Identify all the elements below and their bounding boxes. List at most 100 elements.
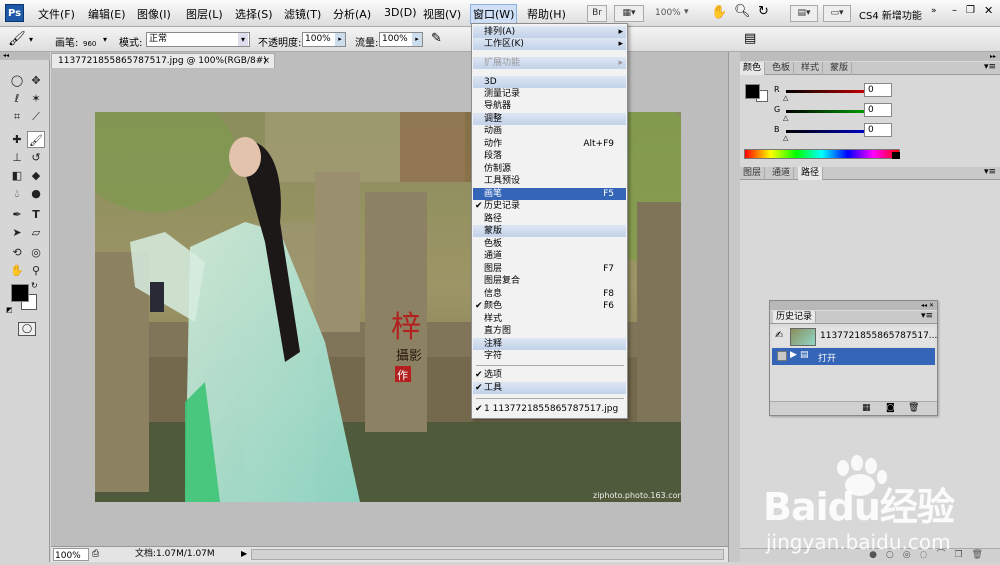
menu-item-options[interactable]: ✔ 选项	[473, 369, 626, 381]
menu-item-paragraph[interactable]: 段落	[473, 150, 626, 162]
chevron-down-icon[interactable]: ▾	[684, 7, 689, 17]
menu-window[interactable]: 窗口(W)	[470, 4, 518, 24]
menu-item-history[interactable]: ✔ 历史记录	[473, 200, 626, 212]
tab-channels[interactable]: 通道	[769, 167, 795, 180]
tab-layers[interactable]: 图层	[740, 167, 766, 180]
hand-tool-icon[interactable]: ✋	[8, 262, 26, 279]
chevron-down-icon[interactable]: ▾	[238, 33, 248, 46]
airbrush-icon[interactable]: ✎	[431, 31, 442, 46]
tab-masks[interactable]: 蒙版	[827, 62, 853, 75]
history-brush-tool-icon[interactable]: ↺	[27, 149, 45, 166]
panel-menu-icon[interactable]: ▾≡	[984, 62, 996, 72]
menu-edit[interactable]: 编辑(E)	[88, 6, 126, 22]
menu-item-color[interactable]: ✔ 颜色 F6	[473, 300, 626, 312]
slider-thumb-icon[interactable]: △	[783, 94, 788, 102]
menu-item-swatches[interactable]: 色板	[473, 238, 626, 250]
collapsed-panel-strip[interactable]	[728, 52, 740, 562]
3d-rotate-tool-icon[interactable]: ⟲	[8, 244, 26, 261]
panel-menu-icon[interactable]: ▾≡	[984, 167, 996, 177]
panel-menu-icon[interactable]: ▾≡	[921, 311, 933, 321]
document-tab[interactable]: 1137721855865787517.jpg @ 100%(RGB/8#) ×	[51, 53, 275, 68]
tab-swatches[interactable]: 色板	[769, 62, 795, 75]
status-zoom[interactable]: 100%	[53, 548, 89, 561]
screen-mode-button[interactable]: ▭▾	[823, 5, 851, 22]
hand-icon[interactable]: ✋	[711, 5, 727, 20]
foreground-color-swatch[interactable]	[11, 284, 29, 302]
menu-view[interactable]: 视图(V)	[423, 6, 461, 22]
chevron-right-icon[interactable]: ▸	[335, 33, 345, 46]
eyedropper-tool-icon[interactable]: ⟋	[27, 108, 45, 125]
menu-item-histogram[interactable]: 直方图	[473, 325, 626, 337]
menu-item-layers[interactable]: 图层 F7	[473, 263, 626, 275]
status-menu-icon[interactable]: ▶	[241, 547, 247, 561]
default-colors-icon[interactable]: ◩	[6, 306, 13, 314]
channel-r-input[interactable]: 0	[864, 83, 892, 97]
color-foreground-swatch[interactable]	[745, 84, 760, 99]
zoom-icon[interactable]: 🔍︎	[734, 4, 751, 19]
channel-g-input[interactable]: 0	[864, 103, 892, 117]
tab-styles[interactable]: 样式	[798, 62, 824, 75]
menu-item-adjustments[interactable]: 调整	[473, 113, 626, 125]
mode-select[interactable]: 正常 ▾	[146, 32, 250, 47]
menu-item-actions[interactable]: 动作 Alt+F9	[473, 138, 626, 150]
color-spectrum-ramp[interactable]	[744, 149, 900, 159]
history-source-checkbox[interactable]	[777, 351, 787, 361]
menu-item-tool-presets[interactable]: 工具预设	[473, 175, 626, 187]
brush-picker-chevron-icon[interactable]: ▾	[103, 35, 107, 44]
menu-item-styles[interactable]: 样式	[473, 313, 626, 325]
camera-snapshot-icon[interactable]: ◙	[886, 403, 895, 413]
lasso-tool-icon[interactable]: ℓ	[8, 90, 26, 107]
menu-item-character[interactable]: 字符	[473, 350, 626, 362]
menu-3d[interactable]: 3D(D)	[384, 6, 417, 19]
menu-item-arrange[interactable]: 排列(A) ▸	[473, 26, 626, 38]
flow-input[interactable]: 100% ▸	[379, 32, 423, 47]
menu-item-notes[interactable]: 注释	[473, 338, 626, 350]
zoom-level-dropdown[interactable]: 100%	[655, 8, 681, 18]
blur-tool-icon[interactable]: 💧︎	[8, 185, 26, 202]
restore-icon[interactable]: ❐	[966, 5, 975, 16]
history-state-row[interactable]: ▶ ▤ 打开	[772, 348, 935, 365]
tab-color[interactable]: 颜色	[740, 62, 766, 75]
menu-item-animation[interactable]: 动画	[473, 125, 626, 137]
menu-item-measurement-log[interactable]: 测量记录	[473, 88, 626, 100]
horizontal-scrollbar[interactable]	[251, 549, 724, 560]
menu-item-brushes[interactable]: 画笔 F5	[473, 188, 626, 200]
zoom-tool-icon[interactable]: ⚲	[27, 262, 45, 279]
view-extras-button[interactable]: ▦▾	[614, 5, 644, 22]
trash-icon[interactable]: 🗑︎	[908, 403, 919, 413]
dock-collapse-icon[interactable]: ▸▸	[740, 52, 1000, 61]
menu-item-info[interactable]: 信息 F8	[473, 288, 626, 300]
state-slider-icon[interactable]: ▶	[790, 350, 797, 360]
menu-item-layer-comps[interactable]: 图层复合	[473, 275, 626, 287]
magic-wand-tool-icon[interactable]: ✶	[27, 90, 45, 107]
menu-filter[interactable]: 滤镜(T)	[284, 6, 321, 22]
move-tool-icon[interactable]: ✥	[27, 72, 45, 89]
menu-select[interactable]: 选择(S)	[235, 6, 273, 22]
3d-orbit-tool-icon[interactable]: ◎	[27, 244, 45, 261]
spectrum-black-swatch[interactable]	[892, 152, 900, 159]
history-snapshot-row[interactable]: ✍ 1137721855865787517...	[772, 327, 937, 347]
menu-item-3d[interactable]: 3D	[473, 76, 626, 88]
close-icon[interactable]: ×	[262, 54, 270, 68]
quick-mask-icon[interactable]: ◯	[18, 322, 36, 336]
menu-item-channels[interactable]: 通道	[473, 250, 626, 262]
panel-collapse-icon[interactable]: ◂◂ ✕	[770, 301, 937, 310]
new-document-icon[interactable]: ▦	[862, 403, 871, 413]
menu-layer[interactable]: 图层(L)	[186, 6, 223, 22]
chevron-double-right-icon[interactable]: »	[931, 6, 937, 16]
minimize-icon[interactable]: –	[952, 5, 957, 16]
menu-item-paths[interactable]: 路径	[473, 213, 626, 225]
workspace-switcher[interactable]: CS4 新增功能	[859, 7, 922, 22]
menu-analysis[interactable]: 分析(A)	[333, 6, 371, 22]
slider-thumb-icon[interactable]: △	[783, 134, 788, 142]
menu-item-tools[interactable]: ✔ 工具	[473, 382, 626, 394]
close-icon[interactable]: ✕	[984, 4, 993, 17]
menu-item-navigator[interactable]: 导航器	[473, 100, 626, 112]
menu-item-open-document[interactable]: ✔ 1 1137721855865787517.jpg	[473, 403, 626, 415]
marquee-tool-icon[interactable]: ◯	[8, 72, 26, 89]
menu-help[interactable]: 帮助(H)	[527, 6, 566, 22]
shape-tool-icon[interactable]: ▱	[27, 224, 45, 241]
channel-b-input[interactable]: 0	[864, 123, 892, 137]
healing-brush-tool-icon[interactable]: ✚	[8, 131, 26, 148]
toolbox-collapse-icon[interactable]: ◂◂	[0, 52, 50, 60]
